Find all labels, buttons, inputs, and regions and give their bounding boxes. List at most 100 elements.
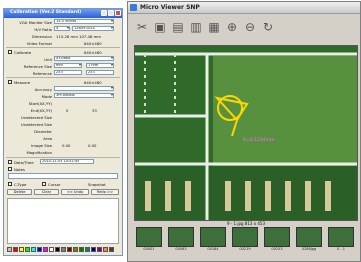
- divider: [6, 77, 120, 78]
- measure-label: Measure: [14, 80, 31, 85]
- thumbnail-label: 00063: [175, 247, 187, 251]
- redo-button[interactable]: Redo >>: [91, 189, 119, 195]
- video-format-value: 640×480: [84, 41, 102, 46]
- thumbnail-label: 00184: [207, 247, 219, 251]
- accuracy-label: Accuracy: [34, 87, 52, 92]
- reference-size-select[interactable]: 1 mm: [86, 63, 114, 68]
- mode-label: Mode: [41, 94, 52, 99]
- thumbnail[interactable]: [296, 227, 322, 247]
- close-button[interactable]: [115, 10, 121, 16]
- measure-checkbox[interactable]: [8, 80, 12, 84]
- preview-area: [7, 198, 119, 244]
- viewer-status: 9 - 1.jpg 813 x 453: [227, 221, 265, 226]
- color-swatch[interactable]: [103, 247, 108, 252]
- date-time-input[interactable]: 2010-11-03 14:52:45: [40, 159, 94, 164]
- color-swatch[interactable]: [79, 247, 84, 252]
- zoom-in-icon[interactable]: ⊕: [224, 18, 240, 36]
- microscope-image[interactable]: R=0.1234mm: [134, 45, 358, 221]
- app-icon: [130, 4, 137, 11]
- rotate-icon[interactable]: ↻: [260, 18, 276, 36]
- reference-unit-select[interactable]: mm: [54, 63, 82, 68]
- color-swatch[interactable]: [73, 247, 78, 252]
- reference-x-input[interactable]: 253: [54, 70, 82, 75]
- calibration-title: Calibration (Ver.2 Standard): [10, 10, 82, 15]
- color-swatch[interactable]: [97, 247, 102, 252]
- unit-select[interactable]: XY-Ratio: [54, 56, 114, 61]
- color-swatch[interactable]: [55, 247, 60, 252]
- color-swatch[interactable]: [61, 247, 66, 252]
- video-format-label: Video Format: [26, 41, 52, 46]
- color-swatch[interactable]: [19, 247, 24, 252]
- color-swatch[interactable]: [85, 247, 90, 252]
- unit-label: Unit: [44, 57, 52, 62]
- save-icon[interactable]: ▥: [188, 18, 204, 36]
- viewer-titlebar[interactable]: Micro Viewer SNP: [128, 2, 360, 14]
- undo-button[interactable]: << Undo: [61, 189, 89, 195]
- end-x-value: 0: [66, 108, 69, 113]
- dimension-label: Dimension: [31, 34, 52, 39]
- notes-label: Notes: [14, 167, 25, 172]
- thumbnail[interactable]: [168, 227, 194, 247]
- hv-ratio-label: H/V Ratio: [34, 27, 52, 32]
- thumbnail[interactable]: [136, 227, 162, 247]
- viewer-title: Micro Viewer SNP: [140, 4, 200, 11]
- divider: [6, 47, 120, 48]
- ctype-checkbox[interactable]: [8, 182, 12, 186]
- minimize-button[interactable]: [101, 10, 107, 16]
- monitor-size-select[interactable]: 15.0 inches: [54, 19, 114, 24]
- scissors-icon[interactable]: ✂: [134, 18, 150, 36]
- dimension-value: 115.28 mm 107.48 mm: [56, 34, 101, 39]
- diameter-label: Diameter: [34, 129, 52, 134]
- calibrate-checkbox[interactable]: [8, 50, 12, 54]
- color-swatch[interactable]: [49, 247, 54, 252]
- color-swatch[interactable]: [31, 247, 36, 252]
- monitor-size-label: VGA Monitor Size: [19, 20, 52, 25]
- color-swatch[interactable]: [13, 247, 18, 252]
- color-swatch[interactable]: [91, 247, 96, 252]
- thumbnail[interactable]: [232, 227, 258, 247]
- mode-select[interactable]: 3Pt-Radius: [54, 93, 114, 98]
- magnification-label: Magnification: [26, 150, 52, 155]
- notes-input[interactable]: [8, 173, 118, 179]
- delete-button[interactable]: Delete: [7, 189, 32, 195]
- thumbnail-label: 00001: [143, 247, 155, 251]
- color-swatch[interactable]: [25, 247, 30, 252]
- thumbnail[interactable]: [328, 227, 354, 247]
- measure-annotation: R=0.1234mm: [243, 138, 275, 143]
- reference-label: Reference: [32, 71, 52, 76]
- date-time-checkbox[interactable]: [8, 160, 12, 164]
- micro-viewer-window: Micro Viewer SNP ✂ ▣ ▤ ▥ ▦ ⊕ ⊖ ↻ R=0.123…: [127, 1, 361, 262]
- ctype-label: C-Type: [14, 182, 27, 187]
- thumbnail-label: 00219: [239, 247, 251, 251]
- area-label: Area: [43, 136, 52, 141]
- hv-ratio-select[interactable]: 4: [54, 26, 70, 31]
- thumbnail[interactable]: [200, 227, 226, 247]
- thumbnail-label: 00253: [271, 247, 283, 251]
- color-swatch[interactable]: [7, 247, 12, 252]
- pcb-image: [135, 46, 357, 220]
- camera-icon[interactable]: ▣: [152, 18, 168, 36]
- reference-y-input[interactable]: 253: [86, 70, 114, 75]
- accuracy-select[interactable]: [54, 86, 114, 91]
- thumbnail-label: 0288jpg: [301, 247, 317, 251]
- color-swatch[interactable]: [109, 247, 114, 252]
- hdist-label: Undetected Size: [20, 115, 52, 120]
- cursor-label: Cursor: [48, 182, 61, 187]
- zoom-out-icon[interactable]: ⊖: [242, 18, 258, 36]
- cursor-checkbox[interactable]: [42, 182, 46, 186]
- image-size-label: Image Size: [31, 143, 52, 148]
- notes-checkbox[interactable]: [8, 167, 12, 171]
- clear-button[interactable]: Clear: [34, 189, 59, 195]
- color-palette: [7, 247, 119, 253]
- end-y-value: 33: [92, 108, 97, 113]
- folder-icon[interactable]: ▤: [170, 18, 186, 36]
- color-swatch[interactable]: [37, 247, 42, 252]
- color-swatch[interactable]: [43, 247, 48, 252]
- divider: [6, 157, 120, 158]
- calibration-titlebar[interactable]: Calibration (Ver.2 Standard): [4, 9, 122, 18]
- resolution-select[interactable]: 1280×1024: [72, 26, 114, 31]
- maximize-button[interactable]: [108, 10, 114, 16]
- thumbnail[interactable]: [264, 227, 290, 247]
- print-icon[interactable]: ▦: [206, 18, 222, 36]
- color-swatch[interactable]: [67, 247, 72, 252]
